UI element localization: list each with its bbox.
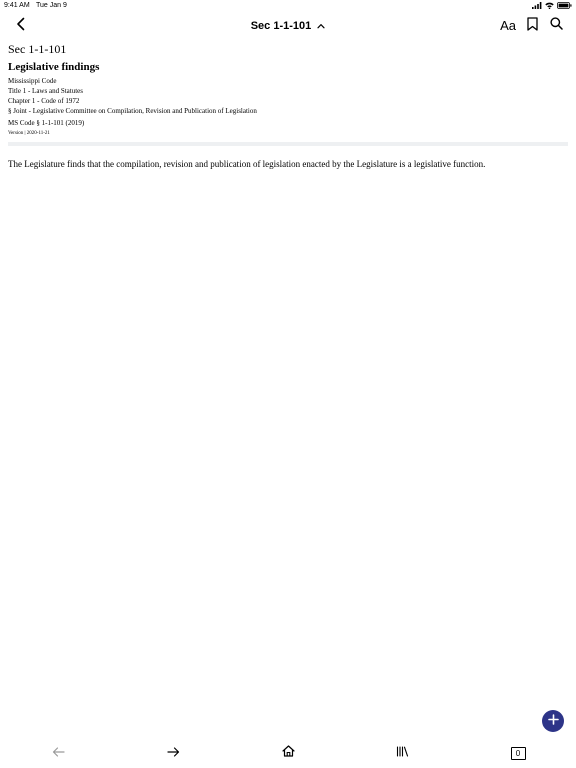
document-content: Sec 1-1-101 Legislative findings Mississ…: [8, 42, 568, 179]
breadcrumb-chapter[interactable]: Chapter 1 - Code of 1972: [8, 96, 568, 106]
history-back-button[interactable]: [48, 744, 68, 762]
breadcrumb-code[interactable]: Mississippi Code: [8, 76, 568, 86]
status-date: Tue Jan 9: [36, 2, 67, 9]
font-size-button[interactable]: Aa: [500, 16, 516, 36]
breadcrumb-article[interactable]: § Joint - Legislative Committee on Compi…: [8, 106, 568, 116]
tabs-count: 0: [510, 746, 526, 760]
chevron-up-icon[interactable]: [317, 20, 325, 32]
divider: [8, 142, 568, 146]
status-time: 9:41 AM: [4, 2, 30, 9]
library-button[interactable]: [392, 744, 412, 762]
navigation-bar: Sec 1-1-101 Aa: [0, 12, 576, 40]
arrow-right-icon: [166, 744, 180, 762]
section-number: Sec 1-1-101: [8, 42, 67, 56]
nav-title[interactable]: Sec 1-1-101: [251, 20, 312, 32]
arrow-left-icon: [52, 744, 65, 762]
history-forward-button[interactable]: [163, 744, 183, 762]
status-bar: 9:41 AM Tue Jan 9: [0, 0, 576, 12]
bookmark-button[interactable]: [524, 16, 540, 36]
back-button[interactable]: [12, 17, 30, 35]
chevron-left-icon: [16, 17, 26, 36]
search-button[interactable]: [548, 16, 564, 36]
breadcrumb-title[interactable]: Title 1 - Laws and Statutes: [8, 86, 568, 96]
add-button[interactable]: [542, 710, 564, 732]
bottom-toolbar: 0: [0, 740, 576, 766]
search-icon: [549, 17, 563, 35]
section-heading: Legislative findings: [8, 61, 100, 73]
home-icon: [281, 744, 295, 762]
breadcrumb: Mississippi Code Title 1 - Laws and Stat…: [8, 76, 568, 116]
home-button[interactable]: [278, 744, 298, 762]
library-icon: [396, 744, 409, 762]
tabs-button[interactable]: 0: [508, 744, 528, 762]
plus-icon: [547, 712, 559, 730]
version-label: Version | 2020-11-21: [8, 131, 50, 136]
bookmark-icon: [526, 16, 538, 36]
nav-actions: Aa: [500, 16, 564, 36]
citation: MS Code § 1-1-101 (2019): [8, 119, 85, 127]
section-body-text: The Legislature finds that the compilati…: [8, 159, 486, 169]
section-title-dropdown: Sec 1-1-101: [0, 12, 576, 40]
